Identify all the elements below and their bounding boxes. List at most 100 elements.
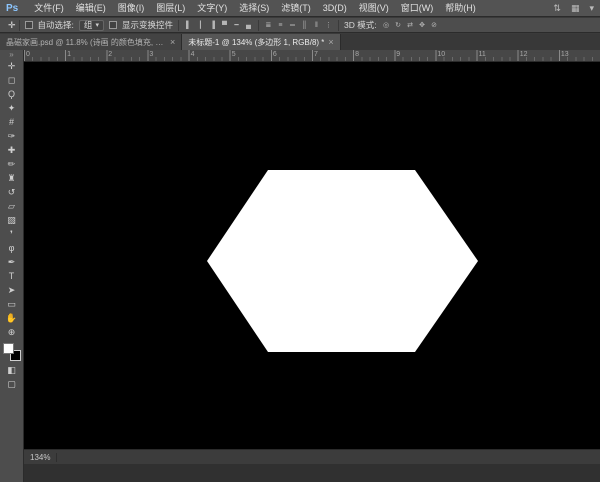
- tool-dodge[interactable]: φ: [2, 241, 22, 255]
- align-left-icon[interactable]: ▌: [184, 22, 193, 29]
- distribute-left-icon[interactable]: ║: [300, 22, 309, 29]
- ruler-number: 5: [230, 50, 271, 61]
- distribute-right-icon[interactable]: ⋮: [324, 21, 333, 29]
- 3d-roll-icon[interactable]: ↻: [394, 21, 403, 29]
- workspace-menu-icon[interactable]: ▾: [589, 3, 594, 14]
- tool-blur[interactable]: ❜: [2, 227, 22, 241]
- ruler-number: 4: [189, 50, 230, 61]
- menu-items: 文件(F)编辑(E)图像(I)图层(L)文字(Y)选择(S)滤镜(T)3D(D)…: [28, 0, 482, 16]
- tool-type[interactable]: T: [2, 269, 22, 283]
- ruler-number: 0: [24, 50, 65, 61]
- ruler-number: 3: [147, 50, 188, 61]
- tool-path-selection[interactable]: ➤: [2, 283, 22, 297]
- 3d-slide-icon[interactable]: ✥: [418, 21, 427, 29]
- menu-item[interactable]: 选择(S): [233, 0, 275, 16]
- document-tab-2[interactable]: 未标题-1 @ 134% (多边形 1, RGB/8) * ×: [182, 34, 340, 50]
- menu-item[interactable]: 图层(L): [150, 0, 191, 16]
- tool-rectangular-marquee[interactable]: ◻: [2, 73, 22, 87]
- distribute-h-center-icon[interactable]: ‖: [312, 22, 321, 29]
- 3d-drag-icon[interactable]: ⇄: [406, 21, 415, 29]
- menu-item[interactable]: 窗口(W): [395, 0, 440, 16]
- menu-item[interactable]: 3D(D): [317, 0, 353, 16]
- tool-shape[interactable]: ▭: [2, 297, 22, 311]
- ruler-number: 13: [559, 50, 600, 61]
- close-icon[interactable]: ×: [170, 37, 175, 47]
- foreground-color-swatch[interactable]: [3, 343, 14, 354]
- tool-healing-brush[interactable]: ✚: [2, 143, 22, 157]
- window-bottom-filler: [24, 464, 600, 482]
- menu-item[interactable]: 文字(Y): [191, 0, 233, 16]
- tools-panel: » ✛◻Ϙ✦#✑✚✏♜↺▱▧❜φ✒T➤▭✋⊕ ◧▢: [0, 50, 24, 482]
- document-tab-title: 晶磁家画.psd @ 11.8% (诗画 的颜色填充, RGB/8#) *: [6, 37, 166, 48]
- ruler-number: 7: [312, 50, 353, 61]
- tool-list-bottom: ◧▢: [2, 363, 22, 391]
- align-h-center-icon[interactable]: ┃: [196, 21, 205, 29]
- 3d-mode-label: 3D 模式:: [344, 19, 377, 31]
- tool-crop[interactable]: #: [2, 115, 22, 129]
- tool-eraser[interactable]: ▱: [2, 199, 22, 213]
- distribute-buttons: ≣≡═║‖⋮: [264, 21, 333, 29]
- menu-item[interactable]: 文件(F): [28, 0, 70, 16]
- photoshop-window: Ps 文件(F)编辑(E)图像(I)图层(L)文字(Y)选择(S)滤镜(T)3D…: [0, 0, 600, 482]
- auto-select-value: 组: [84, 19, 93, 31]
- ruler-number: 6: [271, 50, 312, 61]
- ruler-number: 10: [435, 50, 476, 61]
- tool-move[interactable]: ✛: [2, 59, 22, 73]
- menu-item[interactable]: 编辑(E): [70, 0, 112, 16]
- tool-history-brush[interactable]: ↺: [2, 185, 22, 199]
- bridge-icon[interactable]: ⇅: [553, 3, 561, 14]
- menu-item[interactable]: 视图(V): [353, 0, 395, 16]
- tool-eyedropper[interactable]: ✑: [2, 129, 22, 143]
- divider: [56, 453, 57, 462]
- tool-lasso[interactable]: Ϙ: [2, 87, 22, 101]
- menu-item[interactable]: 图像(I): [112, 0, 151, 16]
- tool-quick-mask[interactable]: ◧: [2, 363, 22, 377]
- 3d-rotate-icon[interactable]: ◎: [382, 21, 391, 29]
- distribute-v-center-icon[interactable]: ≡: [276, 22, 285, 29]
- 3d-scale-icon[interactable]: ⊘: [430, 21, 439, 29]
- align-right-icon[interactable]: ▐: [208, 22, 217, 29]
- align-v-center-icon[interactable]: ━: [232, 21, 241, 29]
- move-tool-preset-icon[interactable]: ✛: [5, 20, 20, 31]
- document-canvas[interactable]: [24, 62, 600, 449]
- distribute-bottom-icon[interactable]: ═: [288, 22, 297, 29]
- ruler-number: 9: [394, 50, 435, 61]
- menu-item[interactable]: 帮助(H): [439, 0, 482, 16]
- tool-pen[interactable]: ✒: [2, 255, 22, 269]
- auto-select-dropdown[interactable]: 组 ▾: [79, 20, 104, 31]
- align-buttons: ▌┃▐▀━▄: [184, 21, 253, 29]
- distribute-top-icon[interactable]: ≣: [264, 21, 273, 29]
- tool-quick-selection[interactable]: ✦: [2, 101, 22, 115]
- menu-bar: Ps 文件(F)编辑(E)图像(I)图层(L)文字(Y)选择(S)滤镜(T)3D…: [0, 0, 600, 17]
- horizontal-ruler[interactable]: 012345678910111213: [24, 50, 600, 62]
- divider: [338, 20, 339, 31]
- 3d-mode-buttons: ◎↻⇄✥⊘: [382, 21, 439, 29]
- tool-brush[interactable]: ✏: [2, 157, 22, 171]
- arrange-documents-icon[interactable]: ▦: [571, 3, 580, 14]
- document-tab-1[interactable]: 晶磁家画.psd @ 11.8% (诗画 的颜色填充, RGB/8#) * ×: [0, 34, 182, 50]
- tool-zoom[interactable]: ⊕: [2, 325, 22, 339]
- document-tab-bar: 晶磁家画.psd @ 11.8% (诗画 的颜色填充, RGB/8#) * × …: [0, 34, 600, 50]
- auto-select-checkbox[interactable]: [25, 21, 33, 29]
- tool-screen-mode[interactable]: ▢: [2, 377, 22, 391]
- align-bottom-icon[interactable]: ▄: [244, 22, 253, 29]
- divider: [178, 20, 179, 31]
- collapse-panel-icon[interactable]: »: [9, 50, 13, 59]
- auto-select-label: 自动选择:: [38, 19, 74, 31]
- hexagon-polygon: [207, 170, 478, 352]
- ruler-numbers: 012345678910111213: [24, 50, 600, 61]
- divider: [258, 20, 259, 31]
- color-swatches: [3, 343, 21, 361]
- align-top-icon[interactable]: ▀: [220, 22, 229, 29]
- zoom-level[interactable]: 134%: [30, 453, 50, 462]
- tool-clone-stamp[interactable]: ♜: [2, 171, 22, 185]
- ruler-number: 11: [477, 50, 518, 61]
- close-icon[interactable]: ×: [328, 37, 333, 47]
- menu-item[interactable]: 滤镜(T): [275, 0, 317, 16]
- tool-gradient[interactable]: ▧: [2, 213, 22, 227]
- show-transform-checkbox[interactable]: [109, 21, 117, 29]
- ruler-number: 2: [106, 50, 147, 61]
- tool-hand[interactable]: ✋: [2, 311, 22, 325]
- photoshop-logo: Ps: [6, 3, 18, 14]
- chevron-down-icon: ▾: [95, 21, 99, 29]
